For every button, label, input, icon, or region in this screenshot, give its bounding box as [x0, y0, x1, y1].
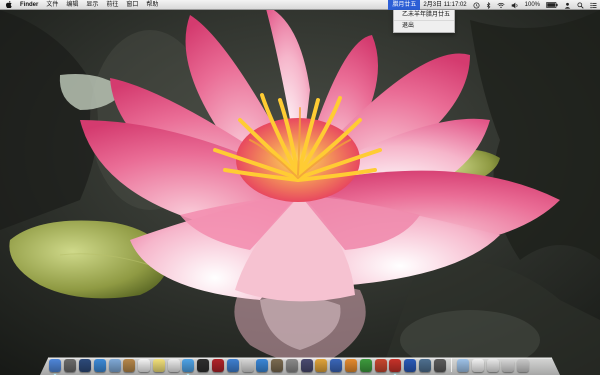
time-machine-icon[interactable] — [470, 0, 483, 10]
menu-finder[interactable]: Finder — [16, 0, 42, 10]
documents-stack-icon[interactable] — [472, 359, 485, 372]
calendar-icon[interactable] — [138, 359, 151, 372]
app-store-icon[interactable] — [256, 359, 269, 372]
reminders-icon[interactable] — [167, 359, 180, 372]
launchpad-icon[interactable] — [64, 359, 77, 372]
keynote-icon[interactable] — [330, 359, 343, 372]
menu-view[interactable]: 显示 — [82, 0, 102, 10]
messages-icon[interactable] — [182, 359, 195, 375]
dvd-player-icon[interactable] — [404, 359, 417, 372]
menubar-clock[interactable]: 2月3日 11:17:02 — [420, 0, 469, 10]
game-center-icon[interactable] — [241, 359, 254, 372]
dock-separator — [451, 358, 453, 372]
trash-icon[interactable] — [516, 359, 529, 372]
safari-icon[interactable] — [93, 359, 106, 372]
menu-window[interactable]: 窗口 — [122, 0, 142, 10]
apple-icon[interactable] — [6, 1, 12, 9]
menu-bar: Finder 文件 编辑 显示 前往 窗口 帮助 腊月廿五 2月3日 11:17… — [0, 0, 600, 10]
pages-icon[interactable] — [345, 359, 358, 372]
desktop[interactable]: Finder 文件 编辑 显示 前往 窗口 帮助 腊月廿五 2月3日 11:17… — [0, 0, 600, 375]
menu-file[interactable]: 文件 — [42, 0, 62, 10]
dock — [48, 352, 552, 375]
quit-menu-item[interactable]: 退出 — [394, 22, 454, 30]
bluetooth-icon[interactable] — [483, 0, 494, 10]
menu-go[interactable]: 前往 — [102, 0, 122, 10]
garageband-icon[interactable] — [374, 359, 387, 372]
time-machine-dock-icon[interactable] — [418, 359, 431, 372]
spotlight-icon[interactable] — [574, 0, 587, 10]
preview-icon[interactable] — [271, 359, 284, 372]
mail-icon[interactable] — [108, 359, 121, 372]
facetime-icon[interactable] — [197, 359, 210, 372]
battery-percentage: 100% — [524, 2, 540, 8]
photos-icon[interactable] — [315, 359, 328, 372]
menu-edit[interactable]: 编辑 — [62, 0, 82, 10]
notification-icon[interactable] — [587, 0, 600, 10]
contacts-icon[interactable] — [123, 359, 136, 372]
battery-icon[interactable] — [543, 0, 561, 10]
lunar-date-detail: 乙未羊年腊月廿五 — [402, 12, 451, 18]
screenshots-stack-icon[interactable] — [501, 359, 514, 372]
menu-separator — [394, 20, 454, 21]
mission-control-icon[interactable] — [78, 359, 91, 372]
volume-icon[interactable] — [508, 0, 522, 10]
system-preferences-icon[interactable] — [285, 359, 298, 372]
notes-icon[interactable] — [152, 359, 165, 372]
photo-booth-icon[interactable] — [211, 359, 224, 372]
imovie-icon[interactable] — [300, 359, 313, 372]
downloads-stack-icon[interactable] — [487, 359, 500, 372]
wifi-icon[interactable] — [494, 0, 508, 10]
desktop-wallpaper — [0, 0, 600, 375]
numbers-icon[interactable] — [359, 359, 372, 372]
menu-help[interactable]: 帮助 — [142, 0, 162, 10]
lunar-calendar-icon[interactable] — [389, 359, 402, 375]
finder-icon[interactable] — [49, 359, 62, 375]
itunes-icon[interactable] — [226, 359, 239, 372]
lunar-date-dropdown-menu: 乙未羊年腊月廿五 退出 — [393, 10, 455, 33]
applications-folder-icon[interactable] — [457, 359, 470, 372]
utilities-icon[interactable] — [433, 359, 446, 372]
lunar-date-menu-extra[interactable]: 腊月廿五 — [388, 0, 421, 10]
user-icon[interactable] — [561, 0, 574, 10]
